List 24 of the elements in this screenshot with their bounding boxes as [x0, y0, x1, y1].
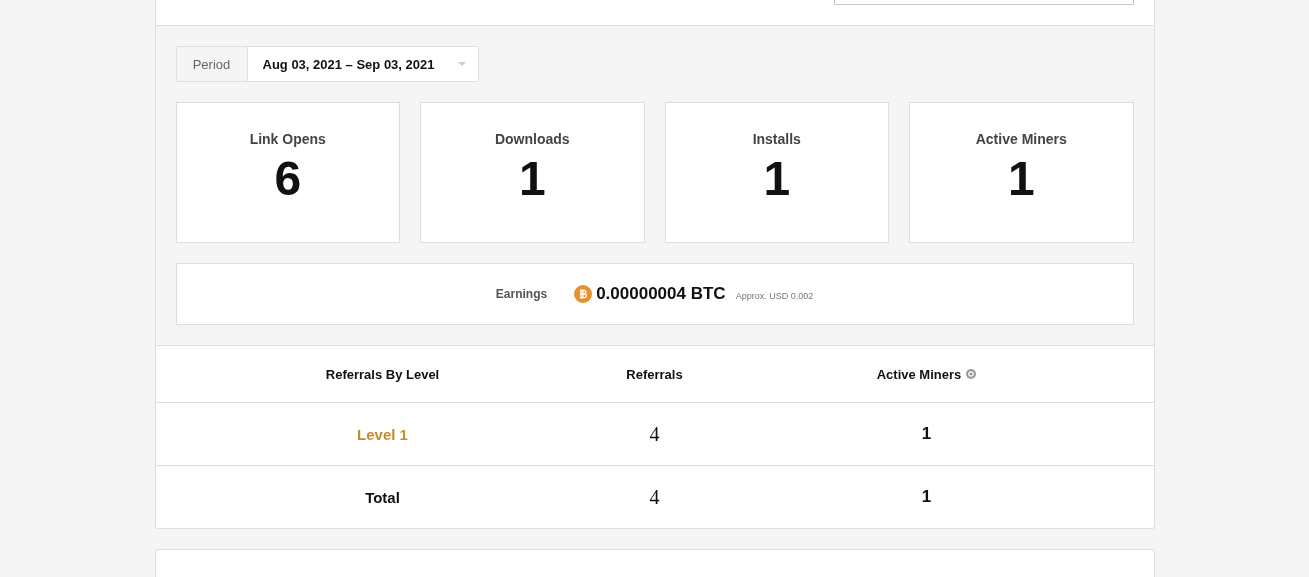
stat-label: Downloads [494, 131, 570, 147]
earnings-label: Earnings [495, 287, 548, 301]
referrals-count: 4 [649, 485, 660, 509]
active-miners-count: 1 [921, 487, 932, 507]
help-icon[interactable] [966, 369, 977, 379]
column-header: Referrals By Level [325, 366, 440, 382]
stat-label: Link Opens [249, 131, 326, 147]
referrals-count: 4 [649, 422, 660, 446]
total-label: Total [365, 488, 400, 506]
input-field[interactable] [833, 0, 1134, 5]
stat-label: Installs [752, 131, 801, 147]
stat-value: 1 [518, 155, 546, 203]
column-header: Referrals [626, 366, 683, 382]
stat-value: 1 [763, 155, 791, 203]
stat-label: Active Miners [975, 131, 1067, 147]
usd-approx: Approx. USD 0.002 [735, 290, 814, 301]
period-label: Period [176, 47, 248, 81]
caret-icon [457, 62, 466, 66]
stat-value: 6 [274, 155, 302, 203]
coin-icon [574, 285, 593, 303]
column-header: Active Miners [876, 366, 962, 382]
earnings-amount: 0.00000004 BTC [596, 284, 726, 304]
stat-value: 1 [1007, 155, 1035, 203]
active-miners-count: 1 [921, 424, 932, 444]
